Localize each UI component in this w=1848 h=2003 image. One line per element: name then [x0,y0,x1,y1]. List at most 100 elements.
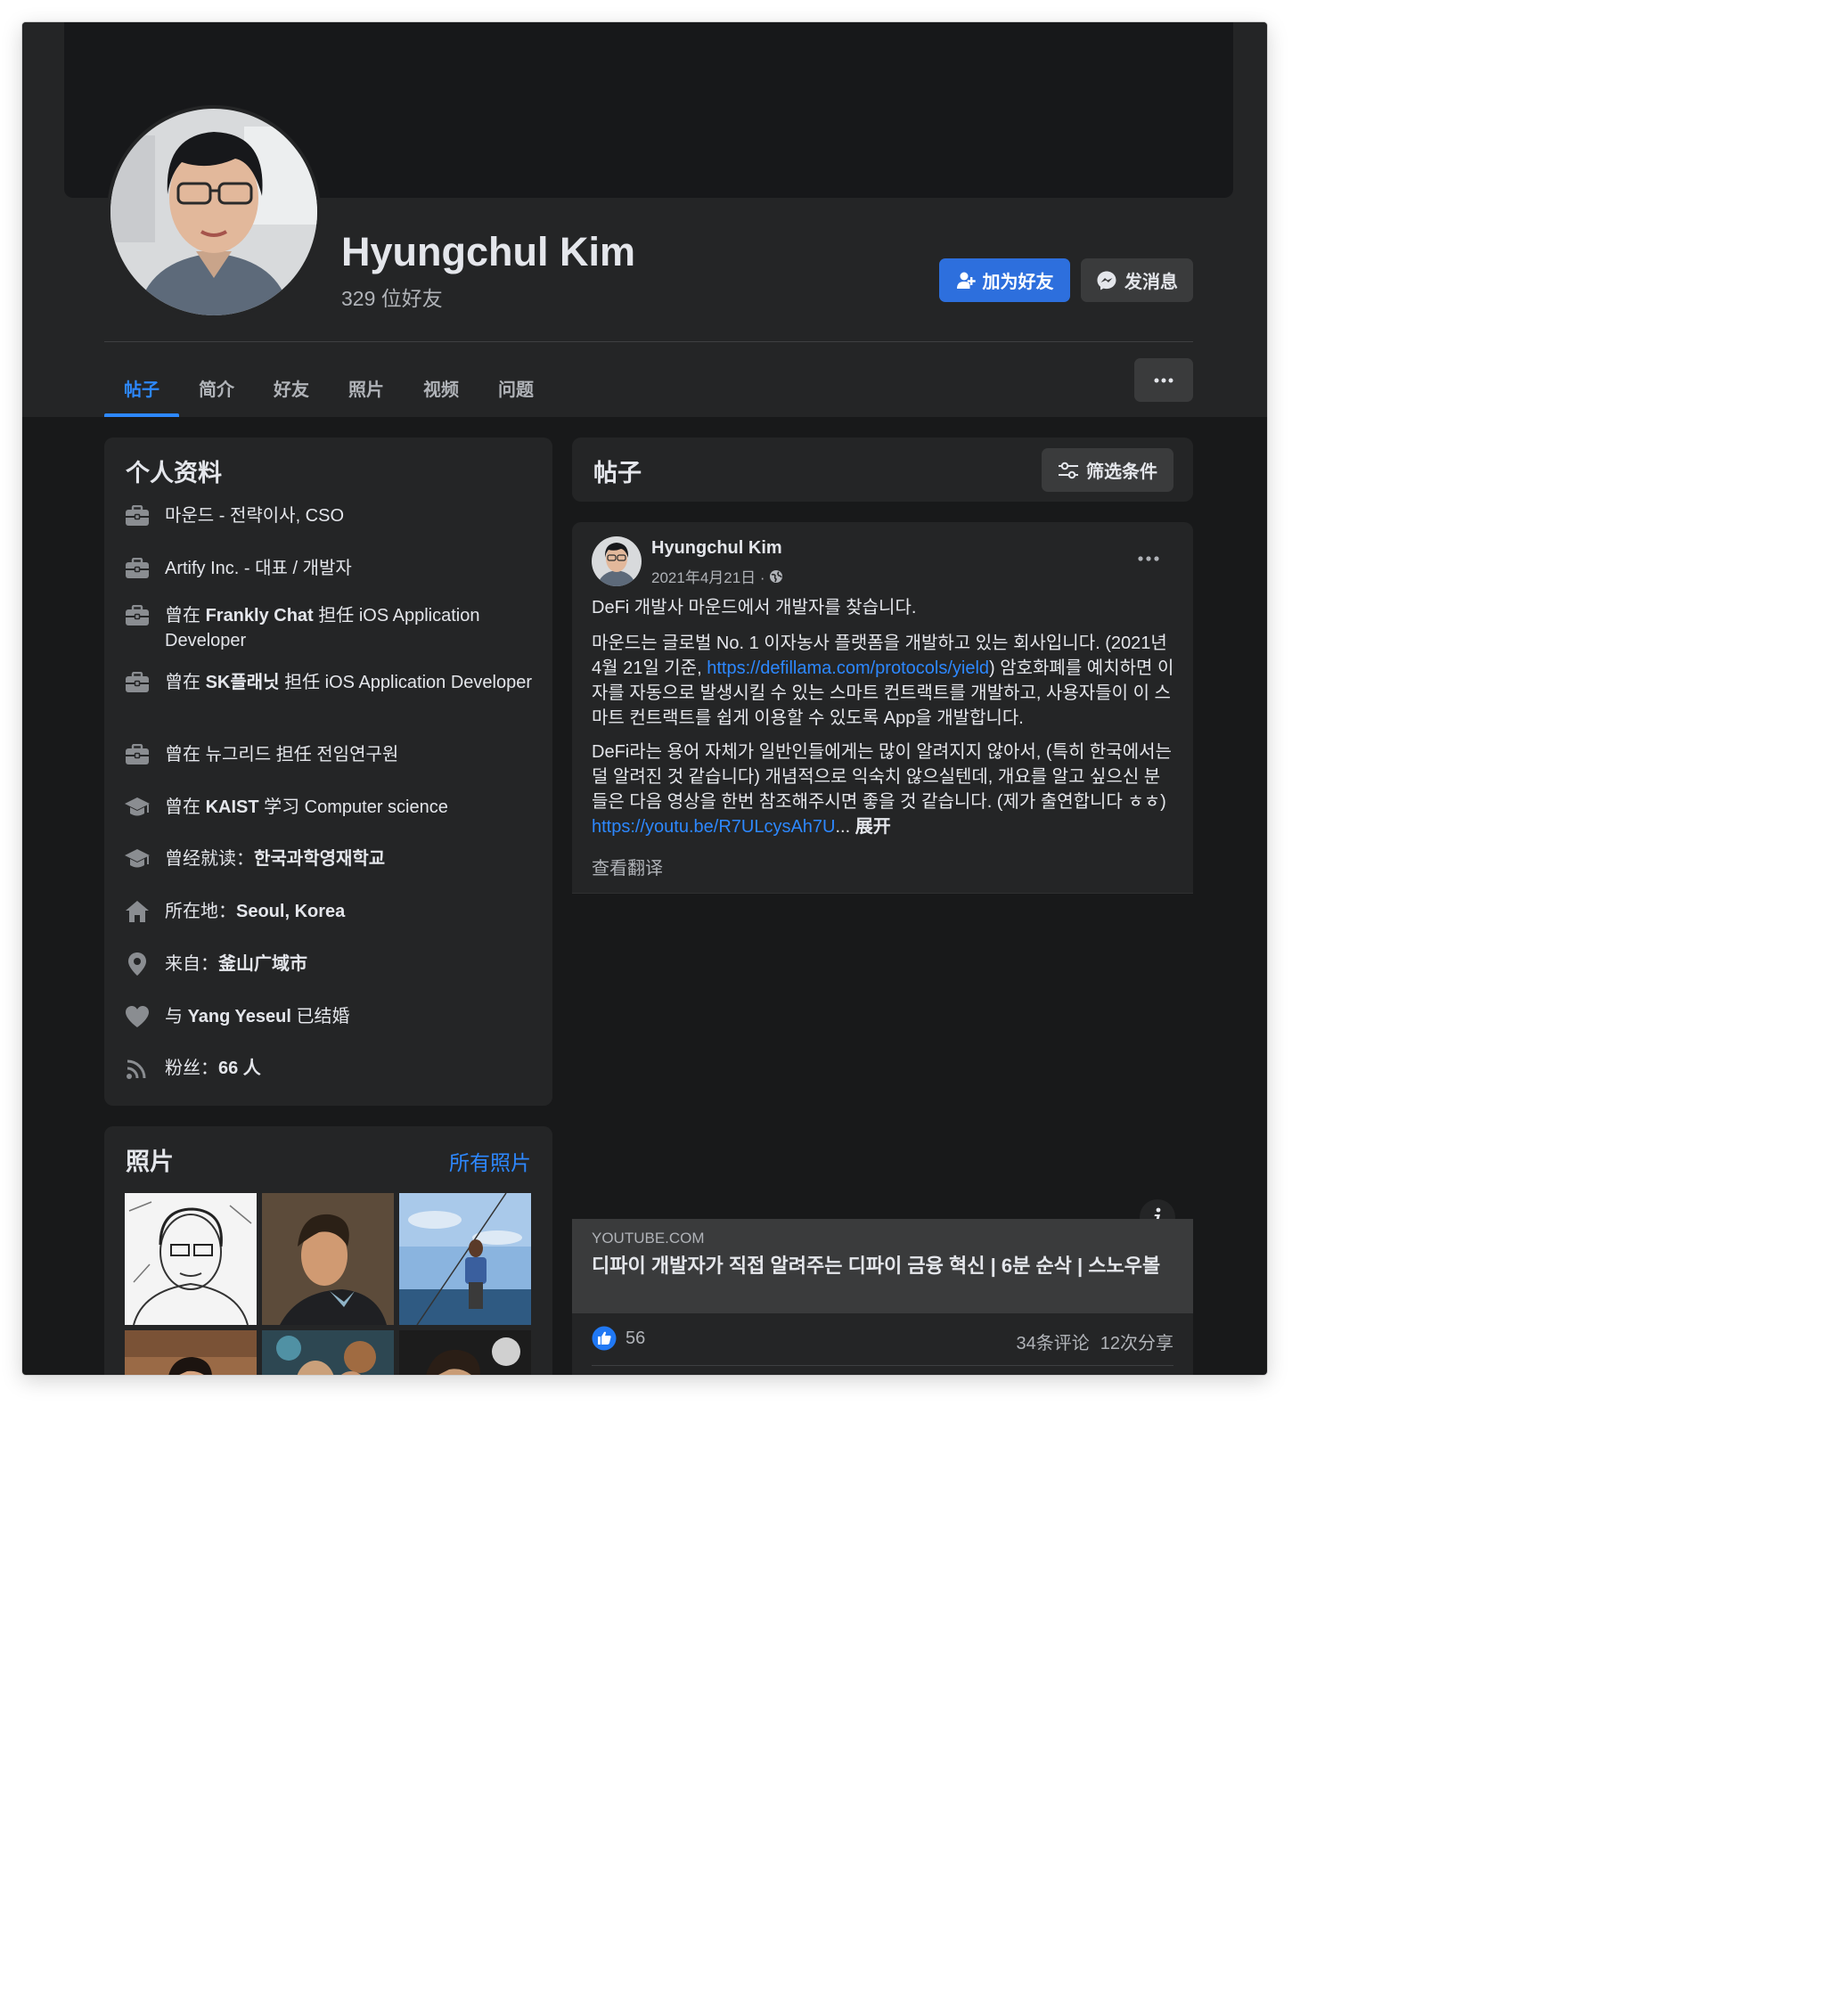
intro-prefix: 曾在 [165,797,206,817]
intro-row-text: 曾在 Frankly Chat 担任 iOS Application Devel… [165,603,534,653]
like-reaction-icon [592,1326,617,1351]
expand-button[interactable]: 展开 [855,817,891,837]
add-friend-label: 加为好友 [982,273,1054,292]
tab-friends[interactable]: 好友 [254,358,329,417]
photo-thumbnail[interactable] [262,1330,394,1375]
intro-bold[interactable]: 66 人 [218,1059,261,1078]
intro-row-work-1: 마운드 - 전략이사, CSO [124,503,534,528]
intro-bold[interactable]: Seoul, Korea [236,902,345,921]
messenger-icon [1097,271,1116,290]
friends-count[interactable]: 329 位好友 [341,282,443,312]
link-title: 디파이 개발자가 직접 알려주는 디파이 금융 혁신 | 6분 순삭 | 스노우… [592,1255,1161,1277]
youtube-link[interactable]: https://youtu.be/R7ULcysAh7U [592,817,835,837]
message-button[interactable]: 发消息 [1081,258,1193,302]
photo-thumbnail[interactable] [262,1193,394,1325]
intro-bold[interactable]: SK플래닛 [206,673,280,692]
intro-prefix: 所在地： [165,902,236,921]
tab-about[interactable]: 简介 [179,358,254,417]
intro-row-text: 曾在 SK플래닛 担任 iOS Application Developer [165,670,532,695]
comments-count[interactable]: 34条评论 [1017,1329,1090,1354]
intro-row-text: 마운드 - 전략이사, CSO [165,506,345,526]
post-date-text: 2021年4月21日 · [651,569,765,586]
more-options-button[interactable] [1134,358,1193,402]
intro-prefix: 曾在 [165,673,206,692]
heart-icon [124,1004,151,1029]
post-card: Hyungchul Kim 2021年4月21日 · DeFi 개발사 마운드에… [572,522,1193,1375]
more-dots-icon [1138,556,1159,561]
intro-bold[interactable]: Yang Yeseul [188,1007,291,1026]
photo-thumbnail[interactable] [399,1193,531,1325]
profile-avatar[interactable] [107,105,321,319]
globe-icon [769,569,782,583]
engagement-counts: 34条评论 12次分享 [1017,1329,1174,1354]
shares-count[interactable]: 12次分享 [1100,1329,1173,1354]
reactions-summary[interactable]: 56 [592,1326,645,1351]
intro-row-work-3: 曾在 Frankly Chat 担任 iOS Application Devel… [124,603,534,653]
photo-thumbnail[interactable] [125,1330,257,1375]
photos-card: 照片 所有照片 [104,1126,552,1375]
intro-row-text: Artify Inc. - 대표 / 개발자 [165,559,352,578]
defillama-link[interactable]: https://defillama.com/protocols/yield [707,658,989,678]
briefcase-icon [124,603,151,628]
briefcase-icon [124,670,151,695]
intro-suffix: 学习 Computer science [258,797,448,817]
intro-bold[interactable]: Frankly Chat [206,606,314,625]
intro-row-from: 来自：釜山广域市 [124,952,534,977]
photo-thumbnail[interactable] [125,1193,257,1325]
post-author-avatar[interactable] [592,536,642,586]
posts-header-card: 帖子 筛选条件 [572,437,1193,502]
intro-suffix: 担任 전임연구원 [271,745,399,764]
more-dots-icon [1154,378,1173,382]
intro-row-text: 所在地：Seoul, Korea [165,899,345,924]
briefcase-icon [124,503,151,528]
photo-thumbnail[interactable] [399,1330,531,1375]
all-photos-link[interactable]: 所有照片 [449,1146,531,1176]
intro-row-text: 粉丝：66 人 [165,1056,261,1081]
intro-row-work-5: 曾在 뉴그리드 担任 전임연구원 [124,742,534,767]
intro-prefix: 来自： [165,954,218,974]
intro-card: 个人资料 마운드 - 전략이사, CSO Artify Inc. - 대표 / … [104,437,552,1106]
tab-posts[interactable]: 帖子 [104,358,179,417]
intro-bold[interactable]: 한국과학영재학교 [254,849,385,869]
header-divider [104,341,1193,342]
post-text-paragraph3: DeFi라는 용어 자체가 일반인들에게는 많이 알려지지 않아서, (특히 한… [592,740,1175,839]
post-text-paragraph2: 마운드는 글로벌 No. 1 이자농사 플랫폼을 개발하고 있는 회사입니다. … [592,631,1175,731]
video-embed[interactable] [572,893,1193,1219]
filter-label: 筛选条件 [1086,462,1157,482]
post-text-line1: DeFi 개발사 마운드에서 개발자를 찾습니다. [592,598,917,617]
home-icon [124,899,151,924]
post-author-name[interactable]: Hyungchul Kim [651,538,782,559]
intro-title: 个人资料 [126,460,222,486]
posts-title: 帖子 [593,460,642,486]
tab-videos[interactable]: 视频 [404,358,478,417]
post-timestamp[interactable]: 2021年4月21日 · [651,565,783,587]
intro-row-text: 曾经就读：한국과학영재학교 [165,846,385,871]
tab-photos[interactable]: 照片 [329,358,404,417]
intro-suffix: 已结婚 [290,1007,350,1026]
link-preview[interactable]: YOUTUBE.COM 디파이 개발자가 직접 알려주는 디파이 금융 혁신 |… [572,1219,1193,1313]
intro-row-work-4: 曾在 SK플래닛 担任 iOS Application Developer [124,670,534,695]
post-divider [592,1365,1173,1366]
intro-bold[interactable]: 釜山广域市 [218,954,307,974]
graduation-cap-icon [124,795,151,820]
intro-prefix: 粉丝： [165,1059,218,1078]
profile-tabs: 帖子 简介 好友 照片 视频 问题 [104,358,553,417]
intro-bold[interactable]: KAIST [206,797,259,817]
intro-row-text: 来自：釜山广域市 [165,952,307,977]
tab-questions[interactable]: 问题 [478,358,553,417]
see-translation-link[interactable]: 查看翻译 [592,854,663,879]
intro-bold[interactable]: 뉴그리드 [206,745,272,764]
briefcase-icon [124,556,151,581]
facebook-profile-window: Hyungchul Kim 329 位好友 加为好友 发消息 帖子 简介 好友 … [22,22,1267,1375]
intro-row-text: 曾在 KAIST 学习 Computer science [165,795,448,820]
intro-row-work-2: Artify Inc. - 대표 / 개발자 [124,556,534,581]
intro-prefix: 曾经就读： [165,849,254,869]
intro-row-followers: 粉丝：66 人 [124,1056,534,1081]
filter-button[interactable]: 筛选条件 [1042,448,1173,492]
post-ellipsis: ... [835,817,851,837]
add-friend-button[interactable]: 加为好友 [939,258,1070,302]
intro-row-lives-in: 所在地：Seoul, Korea [124,899,534,924]
intro-suffix: 担任 iOS Application Developer [279,673,533,692]
post-more-button[interactable] [1131,545,1166,572]
add-friend-icon [956,272,976,289]
